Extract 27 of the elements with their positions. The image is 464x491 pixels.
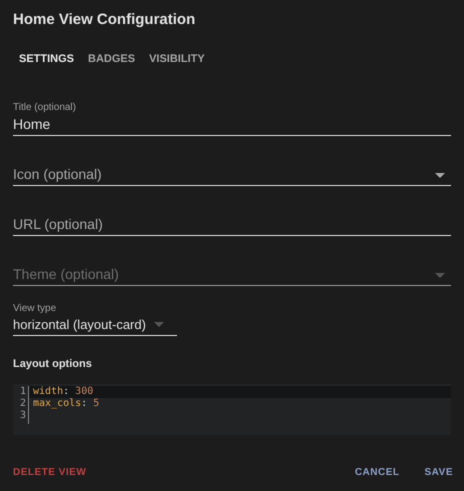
save-button[interactable]: SAVE xyxy=(424,463,453,482)
field-placeholder: URL (optional) xyxy=(13,214,104,232)
field-label: View type xyxy=(13,302,58,316)
line-number: 3 xyxy=(20,410,26,422)
field-value: horizontal (layout-card) xyxy=(13,316,146,334)
line-number: 1 xyxy=(20,386,26,398)
dropdown-caret-icon xyxy=(435,272,445,278)
code-line: width: 300 xyxy=(33,386,94,397)
code-editor[interactable]: 1 2 3 width: 300 max_cols: 5 xyxy=(13,384,451,435)
dropdown-caret-icon xyxy=(154,322,164,327)
input-field[interactable]: URL (optional) xyxy=(13,194,451,236)
dropdown-field[interactable]: Icon (optional) xyxy=(13,144,451,186)
section-heading: Layout options xyxy=(13,356,93,372)
tab[interactable]: VISIBILITY xyxy=(143,47,211,72)
dropdown-caret-icon xyxy=(435,172,445,178)
field-label: Title (optional) xyxy=(13,100,77,114)
dialog-title: Home View Configuration xyxy=(13,10,196,29)
field-value: Home xyxy=(13,114,52,132)
line-number: 2 xyxy=(20,398,26,410)
tab[interactable]: BADGES xyxy=(82,47,142,72)
tab[interactable]: SETTINGS xyxy=(13,47,80,72)
code-line: max_cols: 5 xyxy=(33,398,100,409)
field-placeholder: Icon (optional) xyxy=(13,164,103,182)
cancel-button[interactable]: CANCEL xyxy=(354,463,400,482)
field-placeholder: Theme (optional) xyxy=(13,264,120,282)
input-field[interactable]: Title (optional) Home xyxy=(13,94,451,136)
view-type-select[interactable]: View type horizontal (layout-card) xyxy=(13,302,177,336)
